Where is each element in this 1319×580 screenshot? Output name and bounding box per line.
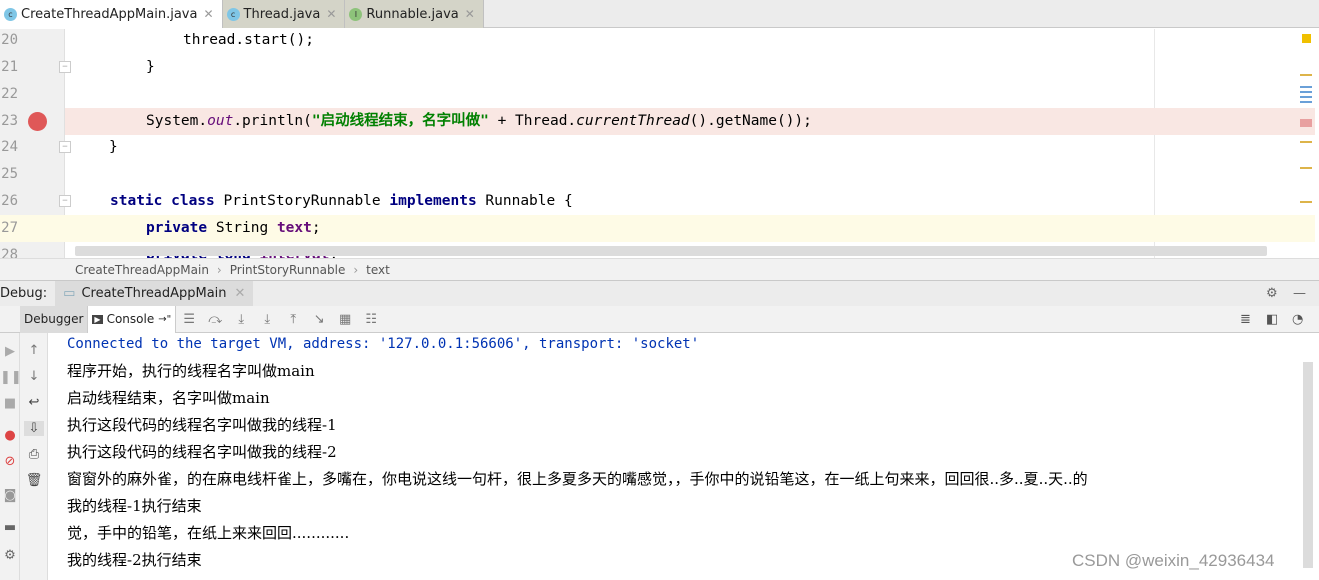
code-line: 24−} — [1, 139, 118, 155]
interface-icon: I — [349, 7, 363, 21]
marker[interactable] — [1300, 86, 1312, 88]
marker[interactable] — [1300, 201, 1312, 203]
up-arrow-icon[interactable]: ↑ — [24, 343, 44, 358]
breadcrumb: CreateThreadAppMain › PrintStoryRunnable ›… — [0, 258, 1319, 280]
tab-console[interactable]: ▶ Console →" — [88, 305, 177, 333]
scroll-to-end-icon[interactable]: ⇩ — [24, 421, 44, 436]
breakpoint-icon[interactable] — [28, 112, 47, 131]
breadcrumb-item[interactable]: text — [366, 263, 390, 277]
tab-createthreadappmain[interactable]: c CreateThreadAppMain.java ✕ — [0, 0, 223, 28]
stop-icon[interactable]: ■ — [0, 396, 20, 411]
close-icon[interactable]: ✕ — [235, 286, 246, 301]
marker[interactable] — [1300, 167, 1312, 169]
console-line: 觉，手中的铅笔，在纸上来来回回............ — [67, 524, 350, 542]
camera-icon[interactable]: ◙ — [0, 488, 20, 503]
watermark: CSDN @weixin_42936434 — [1072, 551, 1275, 570]
close-icon[interactable]: ✕ — [465, 7, 475, 21]
code-line: 23 System.out.println("启动线程结束，名字叫做" + Thr… — [1, 112, 812, 131]
marker[interactable] — [1300, 91, 1312, 93]
gear-icon[interactable]: ⚙ — [1266, 286, 1278, 301]
layout-icon[interactable]: ▬ — [0, 520, 20, 535]
step-into-icon[interactable]: ⤓ — [228, 312, 254, 327]
editor-tabs: c CreateThreadAppMain.java ✕ c Thread.java ✕… — [0, 0, 1319, 28]
debug-toolwindow-header: Debug: ▭ CreateThreadAppMain ✕ ⚙ — — [0, 280, 1319, 307]
tab-thread[interactable]: c Thread.java ✕ — [222, 0, 346, 28]
code-line: 20 thread.start(); — [1, 32, 314, 48]
settings-icon[interactable]: ⚙ — [0, 548, 20, 563]
console-output[interactable]: Connected to the target VM, address: '12… — [48, 333, 1303, 580]
horizontal-scrollbar[interactable] — [75, 246, 1267, 256]
code-line-current: 27 private String text; — [0, 215, 1315, 242]
console-line: 我的线程-1执行结束 — [67, 497, 202, 515]
down-arrow-icon[interactable]: ↓ — [24, 369, 44, 384]
debug-session-tab[interactable]: ▭ CreateThreadAppMain ✕ — [55, 280, 254, 307]
console-line: 执行这段代码的线程名字叫做我的线程-2 — [67, 443, 337, 461]
code-editor[interactable]: 20 thread.start(); 21−} 22 23 System.out.p… — [0, 29, 1319, 258]
soft-wrap-icon[interactable]: ↩ — [24, 395, 44, 410]
code-line: 26− static class PrintStoryRunnable imple… — [1, 193, 573, 209]
console-line: 启动线程结束，名字叫做main — [67, 389, 270, 407]
minimize-icon[interactable]: — — [1293, 286, 1306, 301]
marker[interactable] — [1300, 74, 1312, 76]
console-line: 我的线程-2执行结束 — [67, 551, 202, 569]
fold-icon[interactable]: − — [59, 141, 71, 153]
class-icon: c — [4, 7, 17, 21]
marker[interactable] — [1300, 141, 1312, 143]
window-icon: ▭ — [63, 286, 76, 301]
console-left-toolbar: ↑ ↓ ↩ ⇩ ⎙ 🗑 — [20, 333, 48, 580]
debug-left-toolbar: ✱ ▶ ❚❚ ■ ● ⊘ ◙ ▬ ⚙ — [0, 306, 22, 580]
pause-icon[interactable]: ❚❚ — [0, 370, 22, 385]
evaluate-icon[interactable]: ▦ — [332, 312, 358, 327]
marker[interactable] — [1300, 101, 1312, 103]
console-icon: ▶ — [92, 314, 103, 324]
console-line: 执行这段代码的线程名字叫做我的线程-1 — [67, 416, 337, 434]
step-over-icon[interactable]: ⤼ — [202, 312, 228, 327]
trace-icon[interactable]: ☷ — [358, 312, 384, 327]
threads-icon[interactable]: ☰ — [176, 312, 202, 327]
class-icon: c — [226, 7, 240, 21]
breadcrumb-item[interactable]: CreateThreadAppMain — [75, 263, 209, 277]
console-line: 程序开始，执行的线程名字叫做main — [67, 362, 315, 380]
force-step-into-icon[interactable]: ⤓ — [254, 312, 280, 327]
breadcrumb-item[interactable]: PrintStoryRunnable — [230, 263, 346, 277]
code-line: 25 — [1, 166, 18, 182]
trash-icon[interactable]: 🗑 — [24, 473, 44, 488]
close-icon[interactable]: ✕ — [326, 7, 336, 21]
warning-indicator-icon[interactable] — [1302, 34, 1311, 43]
debug-toolbar: Debugger ▶ Console →" ☰ ⤼ ⤓ ⤓ ⤒ ↘ ▦ ☷ ≣ ◧ … — [0, 305, 1319, 333]
debug-label: Debug: — [0, 286, 48, 301]
tab-debugger[interactable]: Debugger — [20, 305, 89, 333]
tab-runnable[interactable]: I Runnable.java ✕ — [345, 0, 484, 28]
resume-icon[interactable]: ▶ — [0, 344, 20, 359]
marker[interactable] — [1300, 119, 1312, 127]
scroll-end-icon[interactable]: ≣ — [1240, 312, 1251, 327]
print-icon[interactable]: ⎙ — [24, 447, 44, 462]
run-to-cursor-icon[interactable]: ↘ — [306, 312, 332, 327]
console-line: 窗窗外的麻外雀，的在麻电线杆雀上，多嘴在，你电说这线一句杆，很上多夏多天的嘴感觉… — [67, 470, 1088, 488]
code-line: 21−} — [1, 59, 155, 75]
view-breakpoints-icon[interactable]: ● — [0, 428, 20, 443]
memory-gauge-icon[interactable]: ◔ — [1292, 312, 1303, 327]
code-line: 22 — [1, 86, 18, 102]
layout-icon[interactable]: ◧ — [1266, 312, 1278, 327]
fold-icon[interactable]: − — [59, 195, 71, 207]
close-icon[interactable]: ✕ — [203, 7, 213, 21]
step-out-icon[interactable]: ⤒ — [280, 312, 306, 327]
fold-icon[interactable]: − — [59, 61, 71, 73]
console-scrollbar[interactable] — [1303, 362, 1313, 568]
mute-breakpoints-icon[interactable]: ⊘ — [0, 454, 20, 469]
marker[interactable] — [1300, 96, 1312, 98]
console-line: Connected to the target VM, address: '12… — [67, 336, 700, 352]
